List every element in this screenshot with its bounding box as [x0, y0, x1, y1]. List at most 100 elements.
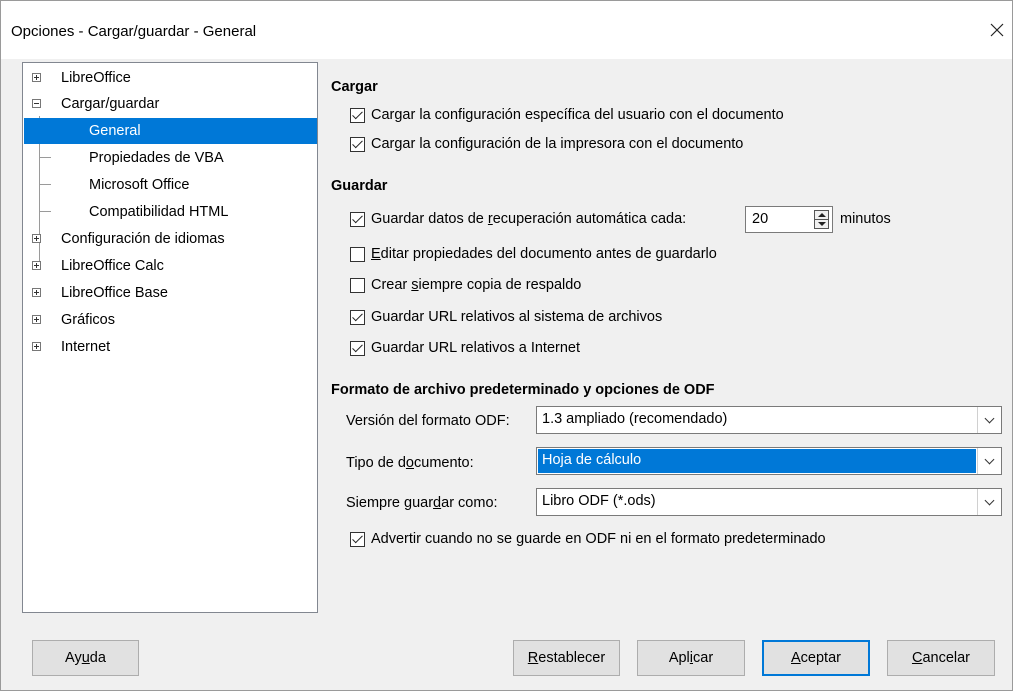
label-part: cumento: — [414, 455, 474, 471]
spin-down-icon[interactable] — [818, 222, 826, 226]
close-icon — [990, 23, 1004, 37]
option-label: Crear siempre copia de respaldo — [371, 277, 581, 293]
load-user-settings-checkbox[interactable] — [350, 107, 365, 123]
option-label: Cargar la configuración de la impresora … — [371, 136, 744, 152]
reset-button[interactable]: Restablecer — [513, 640, 620, 676]
option-label: Guardar URL relativos a Internet — [371, 340, 581, 356]
help-button[interactable]: Ay u da — [32, 640, 139, 676]
edit-properties-checkbox[interactable] — [350, 246, 365, 262]
expand-icon[interactable] — [32, 73, 41, 82]
backup-checkbox[interactable] — [350, 277, 365, 293]
window-title: Opciones - Cargar/guardar - General — [11, 23, 257, 40]
label-part: Siempre guar — [346, 495, 434, 511]
edit-properties-option[interactable]: Editar propiedades del documento antes d… — [350, 246, 717, 262]
label-part: Apl — [668, 650, 690, 666]
tree-item-label: Gráficos — [61, 312, 115, 328]
mnemonic: R — [527, 650, 539, 666]
dropdown-button[interactable] — [977, 407, 1001, 433]
tree-item-calc[interactable]: LibreOffice Calc — [23, 253, 317, 279]
select-value: 1.3 ampliado (recomendado) — [542, 411, 728, 427]
title-bar: Opciones - Cargar/guardar - General — [1, 1, 1012, 59]
option-label: Advertir cuando no se guarde en ODF ni e… — [371, 531, 826, 547]
spin-up-icon[interactable] — [818, 213, 826, 217]
label-part: Crear — [371, 277, 412, 293]
label-part: ancelar — [922, 650, 971, 666]
relative-url-internet-option[interactable]: Guardar URL relativos a Internet — [350, 340, 580, 356]
mnemonic: E — [371, 246, 381, 262]
select-value: Libro ODF (*.ods) — [542, 493, 656, 509]
tree-item-charts[interactable]: Gráficos — [23, 307, 317, 333]
expand-icon[interactable] — [32, 288, 41, 297]
options-tree[interactable]: LibreOffice Cargar/guardar General Propi… — [22, 62, 318, 613]
expand-icon[interactable] — [32, 342, 41, 351]
relative-url-filesystem-option[interactable]: Guardar URL relativos al sistema de arch… — [350, 309, 662, 325]
select-value: Hoja de cálculo — [542, 452, 642, 468]
option-label: Editar propiedades del documento antes d… — [371, 246, 717, 262]
option-label: Cargar la configuración específica del u… — [371, 107, 784, 123]
warn-non-odf-checkbox[interactable] — [350, 531, 365, 547]
tree-item-label: Configuración de idiomas — [61, 231, 225, 247]
label-part: Guardar datos de — [371, 211, 488, 227]
tree-item-html[interactable]: Compatibilidad HTML — [23, 199, 317, 225]
mnemonic: o — [405, 455, 414, 471]
spinbox-value[interactable]: 20 — [752, 211, 768, 227]
chevron-down-icon — [984, 454, 995, 464]
option-label: Guardar URL relativos al sistema de arch… — [371, 309, 663, 325]
label-part: Ay — [65, 650, 82, 666]
ok-button[interactable]: Aceptar — [762, 640, 870, 676]
dropdown-button[interactable] — [977, 489, 1001, 515]
close-button[interactable] — [982, 13, 1012, 47]
autorecovery-minutes-spinbox[interactable]: 20 — [745, 206, 833, 233]
tree-item-label: General — [89, 123, 141, 139]
tree-item-vba[interactable]: Propiedades de VBA — [23, 145, 317, 171]
tree-item-label: LibreOffice — [61, 70, 131, 86]
mnemonic: s — [411, 277, 419, 293]
expand-icon[interactable] — [32, 234, 41, 243]
label-part: ceptar — [800, 650, 841, 666]
option-label: Guardar datos de recuperación automática… — [371, 211, 686, 227]
label-part: establecer — [538, 650, 606, 666]
selection-highlight — [24, 118, 317, 144]
tree-item-label: Microsoft Office — [89, 177, 190, 193]
tree-item-label: LibreOffice Base — [61, 285, 168, 301]
tree-item-label: Compatibilidad HTML — [89, 204, 229, 220]
document-type-select[interactable]: Hoja de cálculo — [536, 447, 1002, 475]
collapse-icon[interactable] — [32, 99, 41, 108]
load-section-title: Cargar — [331, 79, 378, 95]
label-part: da — [89, 650, 106, 666]
always-save-as-select[interactable]: Libro ODF (*.ods) — [536, 488, 1002, 516]
tree-item-label: Cargar/guardar — [61, 96, 160, 112]
label-part: ecuperación automática cada: — [492, 211, 687, 227]
dropdown-button[interactable] — [977, 448, 1001, 474]
tree-item-libreoffice[interactable]: LibreOffice — [23, 65, 317, 91]
warn-non-odf-option[interactable]: Advertir cuando no se guarde en ODF ni e… — [350, 531, 826, 547]
expand-icon[interactable] — [32, 261, 41, 270]
tree-item-ms-office[interactable]: Microsoft Office — [23, 172, 317, 198]
tree-item-base[interactable]: LibreOffice Base — [23, 280, 317, 306]
apply-button[interactable]: Apl i car — [637, 640, 745, 676]
mnemonic: u — [81, 650, 90, 666]
always-save-as-label: Siempre guardar como: — [346, 495, 498, 511]
relative-url-internet-checkbox[interactable] — [350, 340, 365, 356]
relative-url-filesystem-checkbox[interactable] — [350, 309, 365, 325]
load-printer-settings-option[interactable]: Cargar la configuración de la impresora … — [350, 136, 743, 152]
tree-item-general[interactable]: General — [23, 118, 317, 144]
tree-item-load-save[interactable]: Cargar/guardar — [23, 91, 317, 117]
spin-buttons[interactable] — [814, 210, 829, 229]
cancel-button[interactable]: Cancelar — [887, 640, 995, 676]
tree-item-label: Internet — [61, 339, 111, 355]
chevron-down-icon — [984, 495, 995, 505]
document-type-label: Tipo de documento: — [346, 455, 474, 471]
tree-item-internet[interactable]: Internet — [23, 334, 317, 360]
expand-icon[interactable] — [32, 315, 41, 324]
odf-version-select[interactable]: 1.3 ampliado (recomendado) — [536, 406, 1002, 434]
tree-item-language[interactable]: Configuración de idiomas — [23, 226, 317, 252]
autorecovery-checkbox[interactable] — [350, 211, 365, 227]
load-printer-settings-checkbox[interactable] — [350, 136, 365, 152]
odf-version-label: Versión del formato ODF: — [346, 413, 510, 429]
backup-option[interactable]: Crear siempre copia de respaldo — [350, 277, 581, 293]
save-section-title: Guardar — [331, 178, 388, 194]
label-part: iempre copia de respaldo — [418, 277, 582, 293]
autorecovery-option[interactable]: Guardar datos de recuperación automática… — [350, 211, 686, 227]
load-user-settings-option[interactable]: Cargar la configuración específica del u… — [350, 107, 784, 123]
